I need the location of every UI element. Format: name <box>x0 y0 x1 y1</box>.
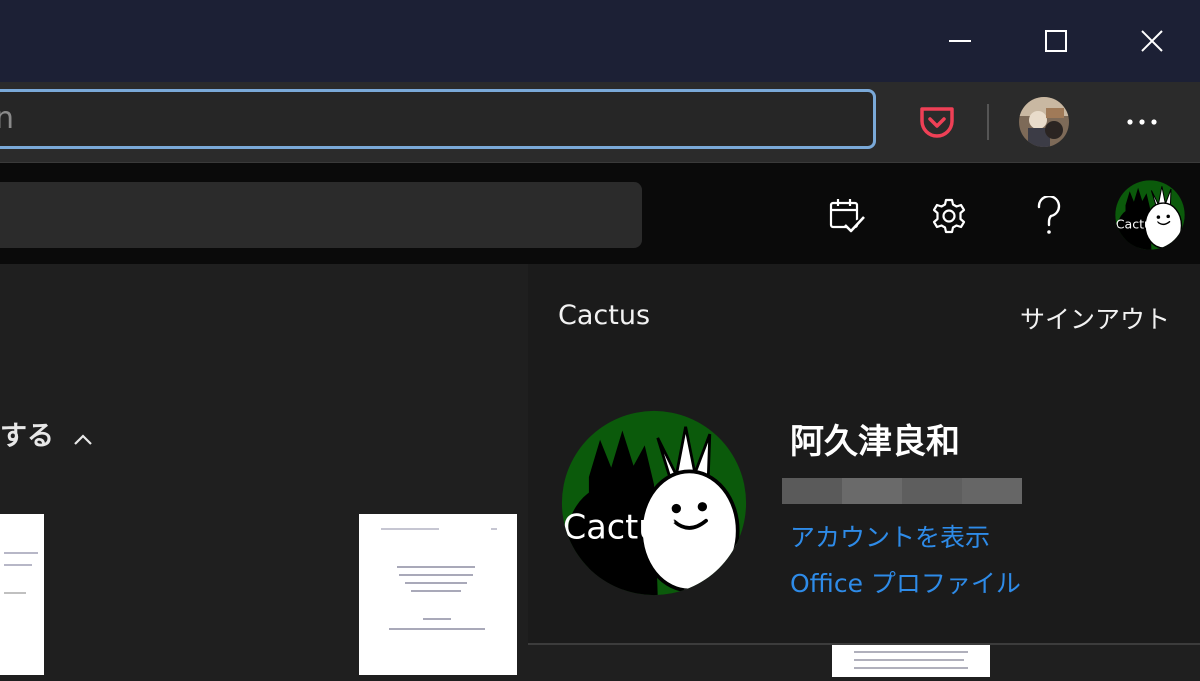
document-preview-lines <box>4 552 38 594</box>
gear-icon <box>932 198 966 234</box>
toolbar-separator <box>987 104 989 140</box>
maximize-icon <box>1045 30 1067 52</box>
maximize-button[interactable] <box>1008 0 1104 82</box>
org-name: Cactus <box>558 300 651 331</box>
app-header: Cactus <box>0 162 1200 265</box>
title-bar <box>0 0 1200 82</box>
profile-photo <box>1019 97 1069 147</box>
avatar-small-text: Cactus <box>1116 216 1159 231</box>
pocket-button[interactable] <box>914 100 960 146</box>
calendar-check-icon <box>829 199 865 233</box>
document-thumbnail[interactable] <box>0 514 44 675</box>
search-box[interactable] <box>0 182 642 248</box>
account-avatar-small: Cactus <box>1115 180 1185 250</box>
account-avatar-large: Cactus <box>561 410 747 596</box>
more-button[interactable] <box>1118 102 1166 142</box>
minimize-button[interactable] <box>912 0 1008 82</box>
section-title-text: する <box>0 421 54 452</box>
avatar-large-text: Cactus <box>563 507 677 546</box>
pocket-icon <box>920 107 954 138</box>
close-icon <box>1141 30 1163 52</box>
document-thumbnail[interactable] <box>832 645 990 677</box>
view-account-link[interactable]: アカウントを表示 <box>790 518 990 554</box>
section-title[interactable]: する <box>0 414 93 453</box>
close-button[interactable] <box>1104 0 1200 82</box>
account-panel: Cactus サインアウト Cactus 阿久津良和 アカウントを表示 Offi… <box>528 264 1200 644</box>
cactus-logo: Cactus <box>561 410 747 596</box>
chevron-up-icon <box>73 422 93 453</box>
question-icon <box>1037 196 1061 234</box>
calendar-button[interactable] <box>822 191 872 241</box>
address-text: n <box>0 101 14 136</box>
account-avatar-button[interactable]: Cactus <box>1115 180 1185 250</box>
sign-out-link[interactable]: サインアウト <box>1020 300 1170 336</box>
email-redacted <box>782 478 1022 504</box>
profile-button[interactable] <box>1018 96 1070 148</box>
minimize-icon <box>949 40 971 42</box>
document-preview-lines <box>381 528 497 630</box>
document-preview-lines <box>854 651 968 669</box>
browser-toolbar: n <box>0 82 1200 162</box>
help-button[interactable] <box>1024 191 1074 241</box>
user-name: 阿久津良和 <box>790 422 960 462</box>
document-thumbnail[interactable] <box>359 514 517 675</box>
address-bar[interactable]: n <box>0 89 876 149</box>
panel-bottom-area <box>528 643 1200 677</box>
office-profile-link[interactable]: Office プロファイル <box>790 564 1021 600</box>
settings-button[interactable] <box>924 191 974 241</box>
more-horizontal-icon <box>1127 119 1157 125</box>
